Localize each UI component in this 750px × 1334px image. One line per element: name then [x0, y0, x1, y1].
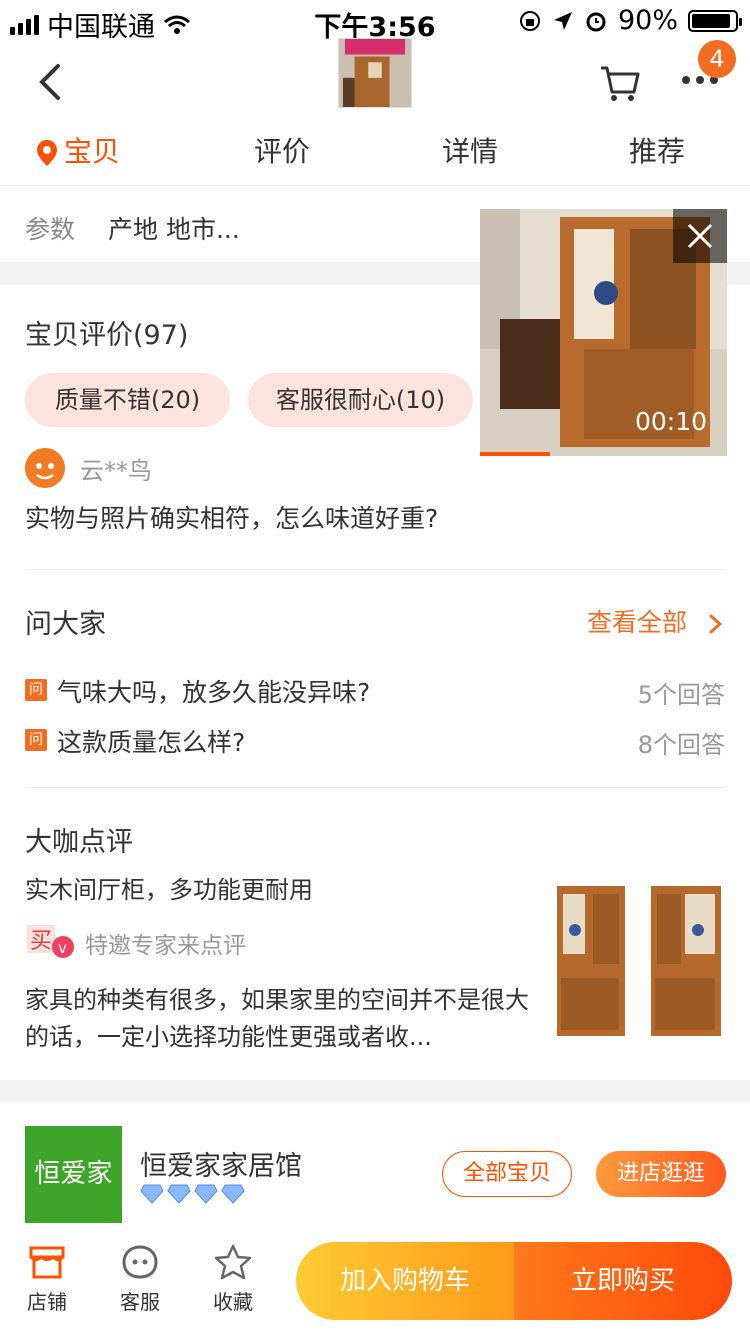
expert-product-image[interactable]	[555, 882, 725, 1047]
battery-percent: 90%	[617, 5, 678, 36]
status-bar: 中国联通 下午3:56 90%	[0, 0, 750, 43]
tab-bar: 宝贝 评价 详情 推荐	[0, 128, 750, 178]
question-icon: 问	[25, 729, 47, 751]
review-tag[interactable]: 质量不错(20)	[25, 373, 230, 427]
answer-count: 8个回答	[637, 731, 725, 759]
location-pin-icon	[37, 140, 57, 166]
expert-title: 大咖点评	[25, 827, 133, 858]
service-tab-label: 客服	[120, 1290, 160, 1314]
expert-subtitle[interactable]: 实木间厅柜，多功能更耐用	[25, 870, 313, 905]
diamond-icon	[167, 1184, 191, 1204]
favorite-tab-label: 收藏	[213, 1290, 253, 1314]
svg-text:买: 买	[30, 929, 52, 954]
divider	[25, 787, 725, 788]
shop-tab-label: 店铺	[27, 1290, 67, 1314]
reviewer-name: 云**鸟	[80, 457, 152, 485]
enter-shop-button[interactable]: 进店逛逛	[596, 1151, 726, 1197]
notification-badge: 4	[698, 40, 736, 78]
view-all-label: 查看全部	[587, 608, 688, 637]
params-label: 参数	[25, 215, 76, 244]
tab-recommend[interactable]: 推荐	[629, 128, 685, 176]
shop-rating	[140, 1184, 245, 1204]
favorite-tab[interactable]: 收藏	[198, 1244, 268, 1315]
chevron-right-icon	[709, 614, 723, 634]
rotation-lock-icon	[519, 10, 540, 31]
add-to-cart-button[interactable]: 加入购物车	[296, 1242, 514, 1320]
user-avatar	[25, 448, 65, 488]
question-text[interactable]: 这款质量怎么样?	[57, 723, 245, 759]
answer-count: 5个回答	[637, 681, 725, 709]
ask-title: 问大家	[25, 609, 106, 640]
diamond-icon	[194, 1184, 218, 1204]
product-thumbnail[interactable]	[338, 38, 412, 108]
customer-service-icon	[122, 1245, 158, 1279]
status-right: 90%	[518, 5, 742, 36]
expert-badge-icon: 买 v	[27, 925, 74, 958]
shop-section: 恒爱家 恒爱家家居馆 全部宝贝 进店逛逛	[0, 1102, 750, 1232]
buy-now-button[interactable]: 立即购买	[514, 1242, 732, 1320]
shop-tab[interactable]: 店铺	[12, 1244, 82, 1315]
tab-details[interactable]: 详情	[442, 128, 498, 176]
back-arrow-icon[interactable]	[30, 60, 70, 104]
diamond-icon	[221, 1184, 245, 1204]
svg-text:v: v	[58, 939, 67, 957]
shop-logo[interactable]: 恒爱家	[25, 1126, 122, 1223]
question-text[interactable]: 气味大吗，放多久能没异味?	[57, 673, 370, 709]
reviews-title[interactable]: 宝贝评价(97)	[25, 313, 188, 352]
view-all-link[interactable]: 查看全部	[587, 603, 725, 639]
tab-review[interactable]: 评价	[254, 128, 310, 176]
close-video-button[interactable]	[673, 209, 727, 263]
review-tag[interactable]: 客服很耐心(10)	[248, 373, 473, 427]
expert-body[interactable]: 家具的种类有很多，如果家里的空间并不是很大的话，一定小选择功能性更强或者收...	[25, 982, 535, 1056]
video-player[interactable]: 00:10	[480, 209, 727, 456]
bottom-bar: 店铺 客服 收藏 加入购物车 立即购买	[0, 1232, 750, 1334]
close-icon	[687, 223, 713, 249]
tab-item[interactable]: 宝贝	[36, 128, 120, 176]
video-progress	[480, 452, 550, 456]
tab-item-label: 宝贝	[64, 135, 121, 168]
alarm-icon	[586, 12, 606, 31]
battery-icon	[688, 9, 742, 32]
top-nav: 4 宝贝 评价 详情 推荐	[0, 38, 750, 186]
params-value: 产地 地市...	[108, 215, 240, 244]
question-icon: 问	[25, 679, 47, 701]
location-icon	[553, 11, 572, 30]
cart-icon[interactable]	[598, 60, 642, 104]
product-page: 中国联通 下午3:56 90% 4 宝贝 评价 详情 推荐 参数 产地 地市..…	[0, 0, 750, 1334]
divider	[25, 569, 725, 570]
diamond-icon	[140, 1184, 164, 1204]
review-text[interactable]: 实物与照片确实相符，怎么味道好重?	[25, 499, 438, 535]
service-tab[interactable]: 客服	[105, 1244, 175, 1315]
star-icon	[214, 1244, 252, 1280]
shop-name[interactable]: 恒爱家家居馆	[140, 1144, 302, 1183]
all-items-button[interactable]: 全部宝贝	[442, 1151, 572, 1197]
video-duration: 00:10	[634, 407, 707, 436]
store-icon	[29, 1246, 65, 1279]
expert-label: 特邀专家来点评	[85, 933, 246, 959]
